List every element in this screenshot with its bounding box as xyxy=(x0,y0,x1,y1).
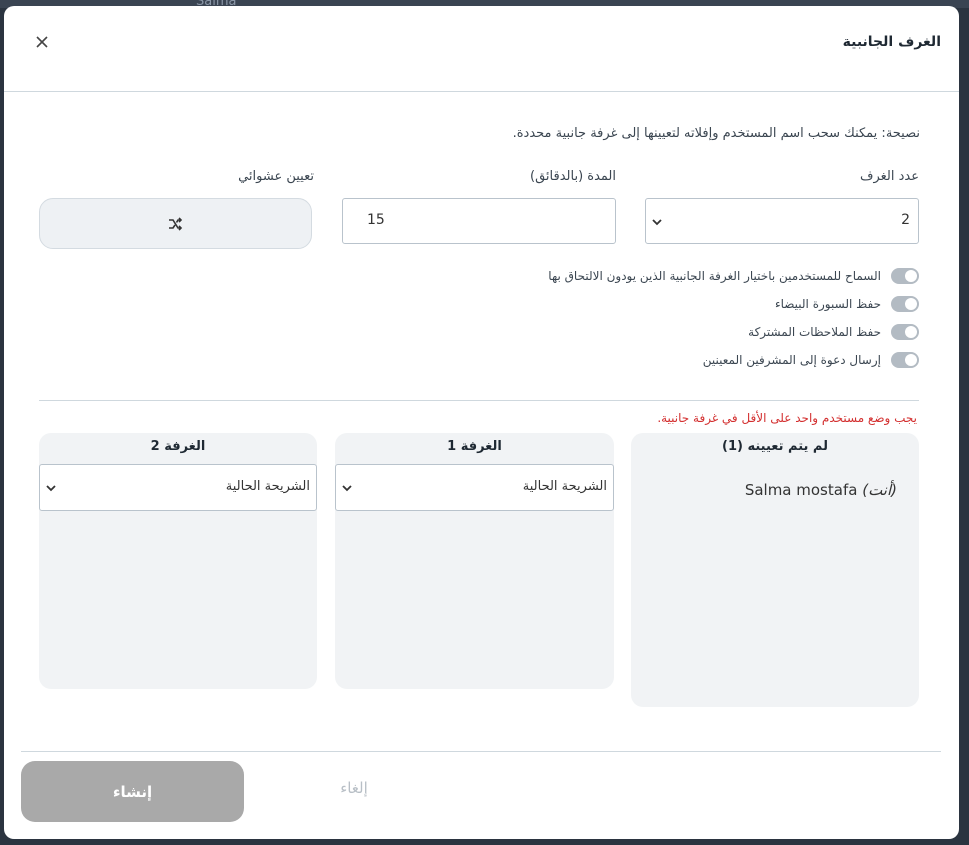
duration-label: المدة (بالدقائق) xyxy=(530,169,616,184)
breakout-rooms-dialog: الغرف الجانبية نصيحة: يمكنك سحب اسم المس… xyxy=(4,6,959,839)
toggle-allow-choose-room[interactable]: السماح للمستخدمين باختيار الغرفة الجانبي… xyxy=(548,266,919,286)
toggle-save-whiteboard[interactable]: حفظ السبورة البيضاء xyxy=(775,294,919,314)
room-1-select-value: الشريحة الحالية xyxy=(522,479,607,494)
footer-divider xyxy=(21,751,941,752)
toggle-switch[interactable] xyxy=(891,296,919,312)
toggle-switch[interactable] xyxy=(891,324,919,340)
list-item[interactable]: Salma mostafa (أنت) xyxy=(745,481,897,499)
duration-value: 15 xyxy=(367,212,385,228)
tip-text: نصيحة: يمكنك سحب اسم المستخدم وإفلاته لت… xyxy=(512,126,920,141)
room-2-panel[interactable]: الغرفة 2 الشريحة الحالية xyxy=(39,433,317,689)
cancel-button[interactable]: إلغاء xyxy=(324,779,384,805)
error-message: يجب وضع مستخدم واحد على الأقل في غرفة جا… xyxy=(657,411,917,425)
section-divider xyxy=(39,400,919,401)
room-count-label: عدد الغرف xyxy=(860,169,919,184)
room-1-presentation-select[interactable]: الشريحة الحالية xyxy=(335,464,614,511)
room-count-select[interactable]: 2 xyxy=(645,198,919,244)
toggle-save-shared-notes[interactable]: حفظ الملاحظات المشتركة xyxy=(748,322,919,342)
toggle-invite-moderators[interactable]: إرسال دعوة إلى المشرفين المعينين xyxy=(703,350,919,370)
close-button[interactable] xyxy=(32,32,52,52)
toggle-label: حفظ السبورة البيضاء xyxy=(774,297,881,311)
chevron-down-icon xyxy=(652,219,662,226)
room-2-title: الغرفة 2 xyxy=(150,439,206,454)
create-button[interactable]: إنشاء xyxy=(21,761,244,822)
unassigned-title: لم يتم تعيينه (1) xyxy=(722,439,828,454)
close-icon xyxy=(36,36,48,48)
dialog-header: الغرف الجانبية xyxy=(4,6,959,92)
you-label: (أنت) xyxy=(862,481,897,499)
chevron-down-icon xyxy=(342,485,352,492)
dialog-title: الغرف الجانبية xyxy=(842,34,941,50)
random-assign-button[interactable] xyxy=(39,198,312,249)
room-count-value: 2 xyxy=(901,212,910,228)
unassigned-panel[interactable]: لم يتم تعيينه (1) Salma mostafa (أنت) xyxy=(631,433,919,707)
toggle-label: السماح للمستخدمين باختيار الغرفة الجانبي… xyxy=(548,269,881,283)
room-2-select-value: الشريحة الحالية xyxy=(225,479,310,494)
room-2-presentation-select[interactable]: الشريحة الحالية xyxy=(39,464,317,511)
user-name: Salma mostafa xyxy=(744,481,858,499)
duration-input[interactable]: 15 xyxy=(342,198,616,244)
toggle-switch[interactable] xyxy=(891,352,919,368)
toggle-label: حفظ الملاحظات المشتركة xyxy=(748,325,881,339)
shuffle-icon xyxy=(169,217,183,231)
chevron-down-icon xyxy=(46,485,56,492)
toggle-switch[interactable] xyxy=(891,268,919,284)
toggle-label: إرسال دعوة إلى المشرفين المعينين xyxy=(702,353,881,367)
room-1-title: الغرفة 1 xyxy=(447,439,502,454)
room-1-panel[interactable]: الغرفة 1 الشريحة الحالية xyxy=(335,433,614,689)
random-assign-label: تعيين عشوائي xyxy=(238,169,314,184)
